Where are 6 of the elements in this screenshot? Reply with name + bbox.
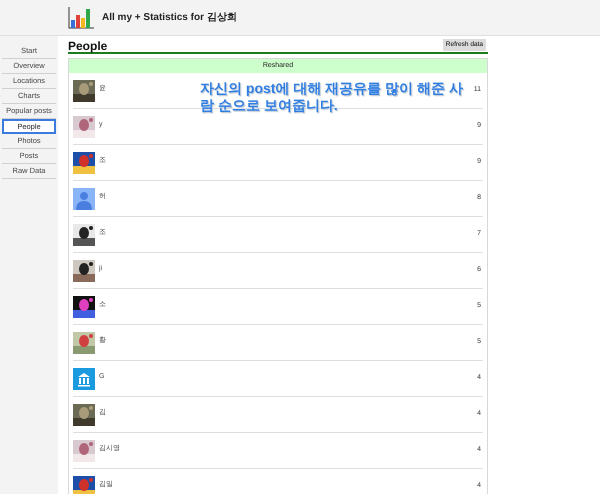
page-title: People: [68, 40, 108, 52]
bank-icon: [73, 368, 95, 390]
app-title: All my + Statistics for 김상희: [102, 11, 237, 25]
bar-chart-logo: [68, 6, 94, 28]
annotation-text: 자신의 post에 대해 재공유를 많이 해준 사람 순으로 보여줍니다.: [200, 80, 464, 114]
person-icon: [73, 188, 95, 210]
